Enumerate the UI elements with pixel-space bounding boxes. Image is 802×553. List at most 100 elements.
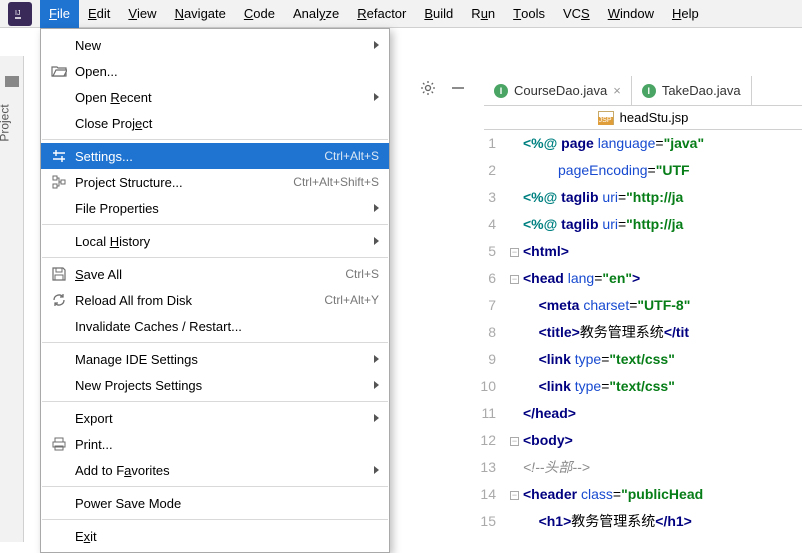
java-icon: I bbox=[642, 84, 656, 98]
code-line[interactable]: <title>教务管理系统</tit bbox=[510, 319, 802, 346]
line-number: 1 bbox=[460, 130, 496, 157]
menu-navigate[interactable]: Navigate bbox=[166, 0, 235, 28]
menu-item-project-structure[interactable]: Project Structure...Ctrl+Alt+Shift+S bbox=[41, 169, 389, 195]
menu-item-exit[interactable]: Exit bbox=[41, 523, 389, 549]
sidebar: Project bbox=[0, 56, 24, 542]
menu-item-invalidate-caches-restart[interactable]: Invalidate Caches / Restart... bbox=[41, 313, 389, 339]
menu-item-label: Add to Favorites bbox=[69, 463, 374, 478]
tab-label: TakeDao.java bbox=[662, 83, 741, 98]
menu-item-print[interactable]: Print... bbox=[41, 431, 389, 457]
file-menu-dropdown: New Open... Open Recent Close Project Settin… bbox=[40, 28, 390, 553]
code-line[interactable]: <!--头部--> bbox=[510, 454, 802, 481]
code-editor[interactable]: 123456789101112131415 <%@ page language=… bbox=[460, 130, 802, 542]
code-line[interactable]: <%@ taglib uri="http://ja bbox=[510, 211, 802, 238]
line-number-gutter: 123456789101112131415 bbox=[460, 130, 510, 542]
line-number: 11 bbox=[460, 400, 496, 427]
menu-item-label: Settings... bbox=[69, 149, 324, 164]
code-area[interactable]: <%@ page language="java" pageEncoding="U… bbox=[510, 130, 802, 542]
code-line[interactable]: <%@ taglib uri="http://ja bbox=[510, 184, 802, 211]
menu-help[interactable]: Help bbox=[663, 0, 708, 28]
fold-icon[interactable]: − bbox=[510, 275, 519, 284]
menu-tools[interactable]: Tools bbox=[504, 0, 554, 28]
menu-item-label: Close Project bbox=[69, 116, 379, 131]
menu-item-file-properties[interactable]: File Properties bbox=[41, 195, 389, 221]
menubar: IJ FileEditViewNavigateCodeAnalyzeRefact… bbox=[0, 0, 802, 28]
menu-item-local-history[interactable]: Local History bbox=[41, 228, 389, 254]
code-line[interactable]: −<header class="publicHead bbox=[510, 481, 802, 508]
menu-item-new-projects-settings[interactable]: New Projects Settings bbox=[41, 372, 389, 398]
menu-item-label: Open Recent bbox=[69, 90, 374, 105]
menu-analyze[interactable]: Analyze bbox=[284, 0, 348, 28]
menu-file[interactable]: File bbox=[40, 0, 79, 28]
code-line[interactable]: <%@ page language="java" bbox=[510, 130, 802, 157]
menu-item-export[interactable]: Export bbox=[41, 405, 389, 431]
code-line[interactable]: <link type="text/css" bbox=[510, 373, 802, 400]
menu-vcs[interactable]: VCS bbox=[554, 0, 599, 28]
menu-code[interactable]: Code bbox=[235, 0, 284, 28]
line-number: 14 bbox=[460, 481, 496, 508]
submenu-arrow-icon bbox=[374, 466, 379, 474]
menu-refactor[interactable]: Refactor bbox=[348, 0, 415, 28]
menu-separator bbox=[42, 257, 388, 258]
menu-item-new[interactable]: New bbox=[41, 32, 389, 58]
print-icon bbox=[49, 436, 69, 452]
menu-item-close-project[interactable]: Close Project bbox=[41, 110, 389, 136]
submenu-arrow-icon bbox=[374, 93, 379, 101]
menu-separator bbox=[42, 519, 388, 520]
menu-shortcut: Ctrl+S bbox=[345, 267, 379, 281]
jsp-file-icon bbox=[598, 111, 614, 125]
menu-item-settings[interactable]: Settings...Ctrl+Alt+S bbox=[41, 143, 389, 169]
menu-item-label: Print... bbox=[69, 437, 379, 452]
menu-item-label: New Projects Settings bbox=[69, 378, 374, 393]
fold-icon[interactable]: − bbox=[510, 437, 519, 446]
menu-item-manage-ide-settings[interactable]: Manage IDE Settings bbox=[41, 346, 389, 372]
menu-window[interactable]: Window bbox=[599, 0, 663, 28]
menu-item-reload-all-from-disk[interactable]: Reload All from DiskCtrl+Alt+Y bbox=[41, 287, 389, 313]
menu-item-open[interactable]: Open... bbox=[41, 58, 389, 84]
editor-tab[interactable]: I TakeDao.java bbox=[632, 76, 752, 105]
structure-icon bbox=[49, 174, 69, 190]
reload-icon bbox=[49, 292, 69, 308]
code-line[interactable]: −<head lang="en"> bbox=[510, 265, 802, 292]
code-line[interactable]: pageEncoding="UTF bbox=[510, 157, 802, 184]
menu-item-power-save-mode[interactable]: Power Save Mode bbox=[41, 490, 389, 516]
line-number: 13 bbox=[460, 454, 496, 481]
sidebar-project-tab[interactable]: Project bbox=[0, 104, 12, 141]
editor-filename-bar: headStu.jsp bbox=[484, 106, 802, 130]
menu-item-label: Exit bbox=[69, 529, 379, 544]
menu-item-add-to-favorites[interactable]: Add to Favorites bbox=[41, 457, 389, 483]
menu-item-label: Open... bbox=[69, 64, 379, 79]
fold-icon[interactable]: − bbox=[510, 491, 519, 500]
menu-separator bbox=[42, 139, 388, 140]
menu-item-save-all[interactable]: Save AllCtrl+S bbox=[41, 261, 389, 287]
app-icon: IJ bbox=[8, 2, 32, 26]
menu-item-label: Manage IDE Settings bbox=[69, 352, 374, 367]
menu-run[interactable]: Run bbox=[462, 0, 504, 28]
submenu-arrow-icon bbox=[374, 381, 379, 389]
menu-shortcut: Ctrl+Alt+S bbox=[324, 149, 379, 163]
close-tab-icon[interactable]: × bbox=[613, 83, 621, 98]
code-line[interactable]: <link type="text/css" bbox=[510, 346, 802, 373]
code-line[interactable]: </head> bbox=[510, 400, 802, 427]
code-line[interactable]: −<html> bbox=[510, 238, 802, 265]
menu-separator bbox=[42, 486, 388, 487]
editor-tabs: ICourseDao.java× I TakeDao.java bbox=[484, 76, 802, 106]
code-line[interactable]: <h1>教务管理系统</h1> bbox=[510, 508, 802, 535]
menu-build[interactable]: Build bbox=[415, 0, 462, 28]
svg-text:IJ: IJ bbox=[15, 10, 20, 17]
code-line[interactable]: <meta charset="UTF-8" bbox=[510, 292, 802, 319]
menu-item-open-recent[interactable]: Open Recent bbox=[41, 84, 389, 110]
gear-icon[interactable] bbox=[420, 80, 436, 99]
minimize-icon[interactable] bbox=[450, 80, 466, 99]
submenu-arrow-icon bbox=[374, 237, 379, 245]
submenu-arrow-icon bbox=[374, 41, 379, 49]
fold-icon[interactable]: − bbox=[510, 248, 519, 257]
folder-icon bbox=[5, 76, 19, 87]
menu-edit[interactable]: Edit bbox=[79, 0, 119, 28]
code-line[interactable]: −<body> bbox=[510, 427, 802, 454]
menu-shortcut: Ctrl+Alt+Y bbox=[324, 293, 379, 307]
menu-item-label: Power Save Mode bbox=[69, 496, 379, 511]
menu-view[interactable]: View bbox=[119, 0, 165, 28]
menu-item-label: Project Structure... bbox=[69, 175, 293, 190]
editor-tab[interactable]: ICourseDao.java× bbox=[484, 76, 632, 105]
